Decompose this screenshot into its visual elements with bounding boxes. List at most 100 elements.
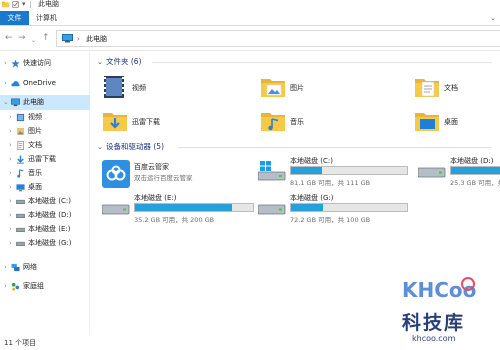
documents-folder-icon <box>415 79 439 97</box>
chevron-right-icon[interactable]: › <box>9 112 12 122</box>
drive-size-text: 35.2 GB 可用，共 200 GB <box>134 216 215 224</box>
music-icon <box>17 169 24 178</box>
group-divider <box>152 62 492 63</box>
device-item-drive-e[interactable]: 本地磁盘 (E:) 35.2 GB 可用，共 200 GB <box>102 193 254 229</box>
sidebar-item-homegroup[interactable]: › 家庭组 <box>0 279 90 294</box>
back-arrow-icon[interactable]: ← <box>5 33 13 44</box>
drive-usage-fill <box>135 204 232 211</box>
navigation-pane: › 快速访问 › OneDrive ⌄ 此电脑 › 视频 › 图片 › 文档 ›… <box>0 52 90 335</box>
drive-icon <box>258 204 286 215</box>
chevron-right-icon[interactable]: › <box>9 182 12 192</box>
chevron-right-icon[interactable]: › <box>9 210 12 220</box>
chevron-right-icon[interactable]: › <box>9 196 12 206</box>
computer-icon <box>62 34 73 43</box>
drive-usage-bar <box>290 203 408 212</box>
chevron-right-icon[interactable]: › <box>9 238 12 248</box>
sidebar-item-network[interactable]: › 网络 <box>0 260 90 275</box>
chevron-right-icon[interactable]: › <box>4 281 7 291</box>
chevron-right-icon[interactable]: › <box>9 154 12 164</box>
drive-usage-fill <box>291 204 324 211</box>
sidebar-item-label: 桌面 <box>28 183 42 191</box>
group-header-folders[interactable]: ⌄ 文件夹 (6) <box>92 56 492 68</box>
video-folder-icon <box>104 76 124 98</box>
chevron-down-icon[interactable]: ⌄ <box>97 57 103 67</box>
sidebar-item-desktop[interactable]: › 桌面 <box>0 180 90 195</box>
drive-size-text: 25.3 GB 可用，共 <box>450 179 500 187</box>
drive-size-text: 72.2 GB 可用，共 100 GB <box>290 216 371 224</box>
chevron-right-icon[interactable]: › <box>9 224 12 234</box>
device-subtitle: 双击运行百度云管家 <box>134 174 193 182</box>
folder-item-downloads[interactable]: 迅雷下载 <box>102 108 252 138</box>
sidebar-item-label: 本地磁盘 (C:) <box>28 197 71 205</box>
device-item-drive-g[interactable]: 本地磁盘 (G:) 72.2 GB 可用，共 100 GB <box>258 193 410 229</box>
forward-arrow-icon[interactable]: → <box>18 33 26 44</box>
address-row: ← → ⌄ ↑ › 此电脑 <box>0 27 500 51</box>
sidebar-item-pictures[interactable]: › 图片 <box>0 124 90 139</box>
tab-file[interactable]: 文件 <box>0 11 29 25</box>
item-count: 11 个项目 <box>4 339 37 347</box>
properties-icon[interactable] <box>12 1 19 8</box>
breadcrumb[interactable]: 此电脑 <box>86 33 107 45</box>
sidebar-item-drive-e[interactable]: › 本地磁盘 (E:) <box>0 222 90 237</box>
sidebar-item-label: 视频 <box>28 113 42 121</box>
sidebar-item-label: 图片 <box>28 127 42 135</box>
group-title: 文件夹 (6) <box>106 57 142 66</box>
documents-folder-icon <box>17 141 25 150</box>
sidebar-item-label: 文档 <box>28 141 42 149</box>
sidebar-item-documents[interactable]: › 文档 <box>0 138 90 153</box>
up-arrow-icon[interactable]: ↑ <box>42 33 50 44</box>
sidebar-item-label: 此电脑 <box>23 98 44 106</box>
homegroup-icon <box>11 282 20 291</box>
tab-computer[interactable]: 计算机 <box>36 11 57 25</box>
chevron-right-icon[interactable]: › <box>4 262 7 272</box>
folder-item-videos[interactable]: 视频 <box>102 74 252 104</box>
quick-access-dropdown-icon[interactable]: ▾ <box>22 0 29 8</box>
chevron-right-icon[interactable]: › <box>9 168 12 178</box>
drive-icon <box>16 213 25 219</box>
folder-item-documents[interactable]: 文档 <box>414 74 500 104</box>
device-item-drive-c[interactable]: 本地磁盘 (C:) 81.1 GB 可用，共 111 GB <box>258 156 410 192</box>
pictures-folder-icon <box>261 79 285 97</box>
sidebar-item-label: 快速访问 <box>23 59 51 67</box>
sidebar-item-drive-d[interactable]: › 本地磁盘 (D:) <box>0 208 90 223</box>
sidebar-item-label: 本地磁盘 (G:) <box>28 239 72 247</box>
sidebar-item-drive-g[interactable]: › 本地磁盘 (G:) <box>0 236 90 251</box>
device-item-drive-d[interactable]: 本地磁盘 (D:) 25.3 GB 可用，共 <box>418 156 500 192</box>
sidebar-item-videos[interactable]: › 视频 <box>0 110 90 125</box>
chevron-right-icon[interactable]: › <box>4 78 7 88</box>
recent-locations-icon[interactable]: ⌄ <box>31 35 36 46</box>
folder-item-music[interactable]: 音乐 <box>260 108 410 138</box>
folder-label: 桌面 <box>444 118 458 126</box>
sidebar-item-label: OneDrive <box>23 79 56 87</box>
sidebar-item-downloads[interactable]: › 迅雷下载 <box>0 152 90 167</box>
chevron-down-icon[interactable]: ⌄ <box>490 14 496 22</box>
chevron-down-icon[interactable]: ⌄ <box>97 142 103 152</box>
folder-label: 迅雷下载 <box>132 118 160 126</box>
sidebar-item-drive-c[interactable]: › 本地磁盘 (C:) <box>0 194 90 209</box>
group-divider <box>178 147 492 148</box>
drive-icon <box>102 204 130 215</box>
device-item-baidu-cloud[interactable]: 百度云管家 双击运行百度云管家 <box>102 160 252 196</box>
folder-item-desktop[interactable]: 桌面 <box>414 108 500 138</box>
sidebar-item-label: 家庭组 <box>23 282 44 290</box>
drive-icon <box>16 227 25 233</box>
sidebar-item-this-pc[interactable]: ⌄ 此电脑 <box>0 95 90 110</box>
folder-label: 视频 <box>132 84 146 92</box>
watermark: KHCoo 科技库 khcoo.com <box>384 270 500 350</box>
folder-icon[interactable] <box>2 1 9 8</box>
sidebar-item-music[interactable]: › 音乐 <box>0 166 90 181</box>
desktop-folder-icon <box>415 113 439 131</box>
breadcrumb-separator: › <box>77 35 80 43</box>
address-bar[interactable]: › 此电脑 <box>56 30 500 47</box>
chevron-right-icon[interactable]: › <box>4 58 7 68</box>
chevron-right-icon[interactable]: › <box>9 140 12 150</box>
device-name: 百度云管家 <box>134 163 169 171</box>
sidebar-item-onedrive[interactable]: › OneDrive <box>0 76 90 91</box>
folder-item-pictures[interactable]: 图片 <box>260 74 410 104</box>
chevron-down-icon[interactable]: ⌄ <box>3 97 9 107</box>
sidebar-item-quick-access[interactable]: › 快速访问 <box>0 56 90 71</box>
cloud-icon <box>11 81 20 87</box>
chevron-right-icon[interactable]: › <box>9 126 12 136</box>
drive-usage-bar <box>290 166 408 175</box>
group-header-devices[interactable]: ⌄ 设备和驱动器 (5) <box>92 141 492 153</box>
